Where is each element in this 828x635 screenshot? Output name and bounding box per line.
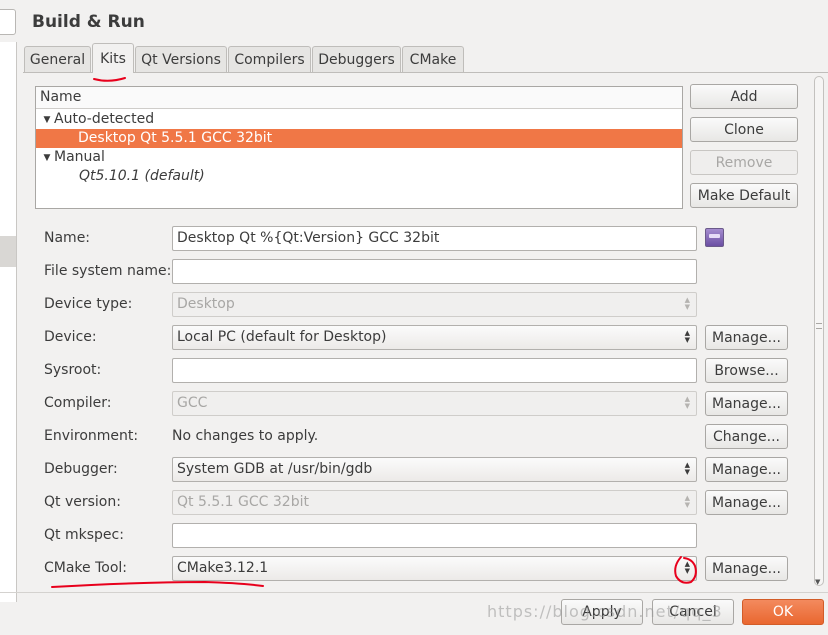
cmake-tool-combo[interactable]: CMake3.12.1 ▲ ▼ (172, 556, 697, 581)
variable-chooser-icon[interactable] (705, 228, 724, 247)
environment-value: No changes to apply. (172, 428, 319, 444)
qt-mkspec-field[interactable] (172, 523, 697, 548)
make-default-button[interactable]: Make Default (690, 183, 798, 208)
debugger-combo[interactable]: System GDB at /usr/bin/gdb ▲ ▼ (172, 457, 697, 482)
cmake-tool-label: CMake Tool: (44, 560, 128, 576)
environment-change-button[interactable]: Change... (705, 424, 788, 449)
sidebar-category-list[interactable] (0, 42, 17, 602)
scrollbar-thumb[interactable] (814, 76, 824, 586)
debugger-value: System GDB at /usr/bin/gdb (177, 461, 373, 477)
annotation-underline-cmake-tool (51, 580, 264, 588)
qt-mkspec-label: Qt mkspec: (44, 527, 124, 543)
kit-label: Qt5.10.1 (default) (79, 168, 205, 184)
annotation-underline-kits (93, 77, 126, 82)
compiler-combo[interactable]: GCC ▲ ▼ (172, 391, 697, 416)
tab-divider (23, 72, 828, 73)
cmake-tool-value: CMake3.12.1 (177, 560, 269, 576)
combo-arrows-icon: ▲ ▼ (684, 560, 690, 575)
remove-button[interactable]: Remove (690, 150, 798, 175)
scrollbar-grip-icon (816, 323, 822, 329)
qt-version-label: Qt version: (44, 494, 121, 510)
debugger-label: Debugger: (44, 461, 118, 477)
device-value: Local PC (default for Desktop) (177, 329, 387, 345)
watermark: https://blog.csdn.net/qq_3 (487, 602, 723, 621)
tab-debuggers[interactable]: Debuggers (312, 46, 401, 72)
qt-version-manage-button[interactable]: Manage... (705, 490, 788, 515)
sysroot-field[interactable] (172, 358, 697, 383)
tab-cmake[interactable]: CMake (402, 46, 464, 72)
device-type-value: Desktop (177, 296, 235, 312)
scroll-down-arrow-icon[interactable]: ▼ (815, 578, 820, 586)
tree-item-selected[interactable]: Desktop Qt 5.5.1 GCC 32bit (36, 129, 682, 148)
clone-button[interactable]: Clone (690, 117, 798, 142)
tab-general[interactable]: General (24, 46, 91, 72)
device-type-label: Device type: (44, 296, 133, 312)
tree-group-manual[interactable]: ▼ Manual (36, 148, 682, 167)
name-label: Name: (44, 230, 91, 246)
tree-item[interactable]: Qt5.10.1 (default) (36, 167, 682, 186)
tab-compilers[interactable]: Compilers (228, 46, 311, 72)
sysroot-label: Sysroot: (44, 362, 102, 378)
page-title: Build & Run (32, 12, 145, 32)
device-label: Device: (44, 329, 97, 345)
tab-qt-versions[interactable]: Qt Versions (135, 46, 227, 72)
group-label: Auto-detected (54, 111, 155, 127)
sidebar-selected-category[interactable] (0, 236, 16, 267)
environment-label: Environment: (44, 428, 139, 444)
compiler-manage-button[interactable]: Manage... (705, 391, 788, 416)
bottom-divider (0, 592, 828, 593)
combo-arrows-icon: ▲ ▼ (684, 494, 690, 509)
ok-button[interactable]: OK (742, 599, 824, 625)
qt-version-combo[interactable]: Qt 5.5.1 GCC 32bit ▲ ▼ (172, 490, 697, 515)
combo-arrows-icon: ▲ ▼ (684, 329, 690, 344)
column-header-name[interactable]: Name (36, 87, 682, 109)
combo-arrows-icon: ▲ ▼ (684, 461, 690, 476)
name-field[interactable]: Desktop Qt %{Qt:Version} GCC 32bit (172, 226, 697, 251)
expanded-triangle-icon[interactable]: ▼ (40, 149, 54, 168)
combo-arrows-icon: ▲ ▼ (684, 395, 690, 410)
debugger-manage-button[interactable]: Manage... (705, 457, 788, 482)
device-manage-button[interactable]: Manage... (705, 325, 788, 350)
device-combo[interactable]: Local PC (default for Desktop) ▲ ▼ (172, 325, 697, 350)
add-button[interactable]: Add (690, 84, 798, 109)
kit-tree[interactable]: Name ▼ Auto-detected Desktop Qt 5.5.1 GCC… (35, 86, 683, 209)
group-label: Manual (54, 149, 105, 165)
device-type-combo[interactable]: Desktop ▲ ▼ (172, 292, 697, 317)
compiler-value: GCC (177, 395, 208, 411)
compiler-label: Compiler: (44, 395, 112, 411)
tab-kits[interactable]: Kits (92, 43, 134, 73)
sidebar-filter-input[interactable] (0, 9, 16, 35)
expanded-triangle-icon[interactable]: ▼ (40, 111, 54, 130)
combo-arrows-icon: ▲ ▼ (684, 296, 690, 311)
sysroot-browse-button[interactable]: Browse... (705, 358, 788, 383)
tree-group-auto-detected[interactable]: ▼ Auto-detected (36, 110, 682, 129)
kit-label: Desktop Qt 5.5.1 GCC 32bit (78, 130, 273, 146)
file-system-name-field[interactable] (172, 259, 697, 284)
file-system-name-label: File system name: (44, 263, 172, 279)
qt-version-value: Qt 5.5.1 GCC 32bit (177, 494, 309, 510)
cmake-tool-manage-button[interactable]: Manage... (705, 556, 788, 581)
